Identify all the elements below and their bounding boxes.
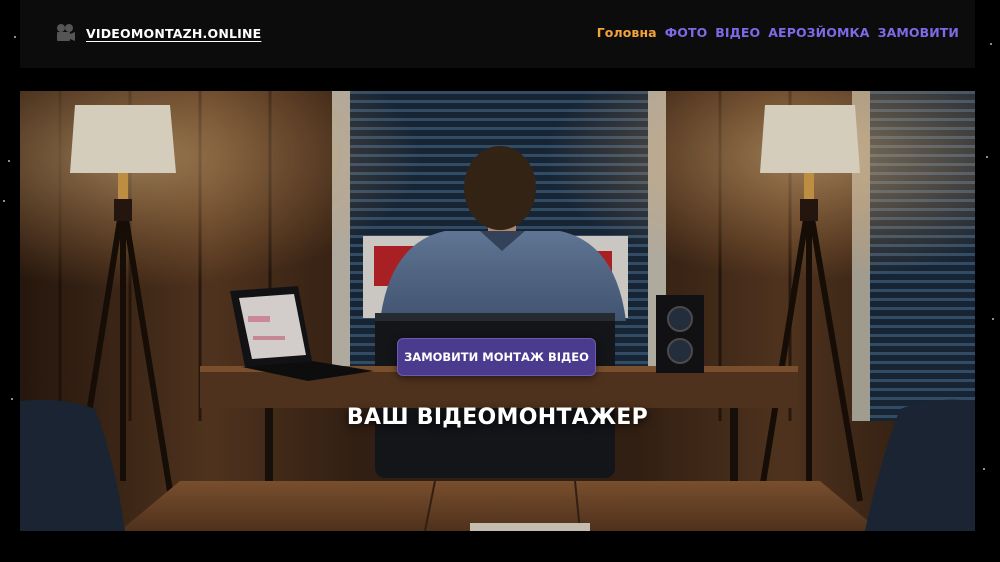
logo-link[interactable]: VIDEOMONTAZH.ONLINE [54,22,261,44]
star-dot [990,43,992,45]
nav-item-aerial[interactable]: АЕРОЗЙОМКА [768,25,869,40]
star-dot [11,398,13,400]
hero-title: ВАШ ВІДЕОМОНТАЖЕР [346,405,649,430]
logo-text: VIDEOMONTAZH.ONLINE [86,25,262,41]
nav-item-video[interactable]: ВІДЕО [715,25,760,40]
star-dot [8,160,10,162]
hero-background-image [20,91,975,531]
star-dot [3,200,5,202]
film-camera-icon [57,24,75,41]
star-dot [14,36,16,38]
star-dot [992,318,994,320]
star-dot [986,156,988,158]
order-video-editing-button[interactable]: ЗАМОВИТИ МОНТАЖ ВІДЕО [397,338,596,376]
nav-item-photo[interactable]: ФОТО [665,25,708,40]
nav-item-home[interactable]: Головна [597,25,657,40]
main-nav: Головна ФОТО ВІДЕО АЕРОЗЙОМКА ЗАМОВИТИ [597,25,959,40]
hero-section: ЗАМОВИТИ МОНТАЖ ВІДЕО ВАШ ВІДЕОМОНТАЖЕР [20,91,975,531]
site-header: VIDEOMONTAZH.ONLINE Головна ФОТО ВІДЕО А… [20,0,975,68]
nav-item-order[interactable]: ЗАМОВИТИ [878,25,959,40]
star-dot [983,468,985,470]
